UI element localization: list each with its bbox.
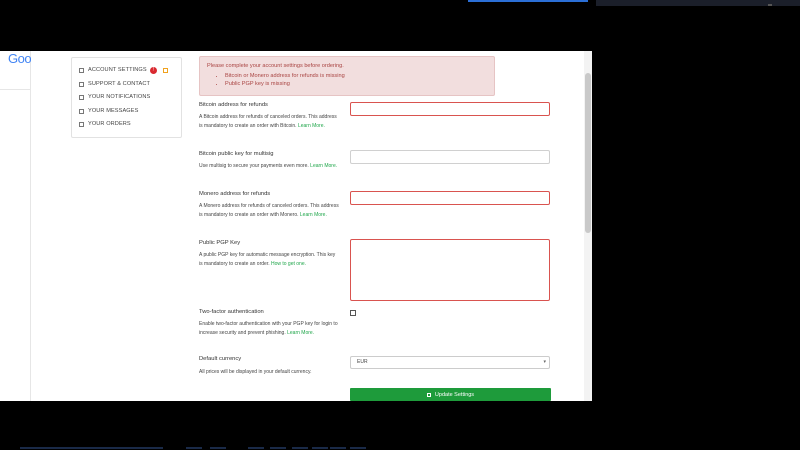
settings-window: ACCOUNT SETTINGS ! SUPPORT & CONTACT YOU… — [31, 51, 592, 401]
how-to-get-one-link[interactable]: How to get one. — [271, 261, 306, 267]
help-text: A public PGP key for automatic message e… — [199, 252, 336, 267]
taskbar-item[interactable] — [20, 447, 163, 449]
pgp-key-help: A public PGP key for automatic message e… — [199, 251, 339, 268]
sidebar-item-label: YOUR NOTIFICATIONS — [88, 94, 151, 100]
alert-badge: ! — [149, 66, 157, 74]
square-icon — [79, 94, 84, 100]
google-logo: Goo — [8, 51, 32, 66]
bitcoin-address-label: Bitcoin address for refunds — [199, 102, 268, 108]
sidebar-item-label: ACCOUNT SETTINGS — [88, 67, 147, 73]
taskbar-item[interactable] — [186, 447, 202, 449]
warning-icon — [162, 67, 168, 73]
monero-address-input[interactable] — [350, 191, 550, 205]
update-settings-button[interactable]: Update Settings — [350, 388, 551, 401]
multisig-key-input[interactable] — [350, 150, 550, 164]
alert-list: Bitcoin or Monero address for refunds is… — [217, 72, 345, 88]
window-scrollbar[interactable] — [584, 51, 592, 401]
sidebar-item-account-settings[interactable]: ACCOUNT SETTINGS ! — [79, 64, 168, 76]
taskbar-item[interactable] — [210, 447, 226, 449]
scrollbar-thumb[interactable] — [585, 73, 591, 233]
square-icon — [79, 108, 84, 114]
alert-item: Public PGP key is missing — [225, 80, 345, 88]
sidebar-item-label: YOUR ORDERS — [88, 121, 131, 127]
two-factor-label: Two-factor authentication — [199, 309, 264, 315]
monero-address-help: A Monero address for refunds of canceled… — [199, 202, 339, 219]
alert-item: Bitcoin or Monero address for refunds is… — [225, 72, 345, 80]
chevron-down-icon: ▾ — [543, 359, 546, 365]
help-text: Use multisig to secure your payments eve… — [199, 163, 309, 169]
taskbar-item[interactable] — [312, 447, 328, 449]
pgp-key-label: Public PGP Key — [199, 240, 241, 246]
background-browser-page: Goo — [0, 51, 32, 401]
learn-more-link[interactable]: Learn More. — [287, 330, 314, 336]
tray-indicator — [768, 4, 772, 6]
currency-selected-value: EUR — [357, 359, 368, 365]
sidebar-item-messages[interactable]: YOUR MESSAGES — [79, 105, 138, 117]
taskbar-item[interactable] — [350, 447, 366, 449]
two-factor-checkbox[interactable] — [350, 310, 356, 316]
taskbar-item[interactable] — [292, 447, 308, 449]
sidebar-item-notifications[interactable]: YOUR NOTIFICATIONS — [79, 91, 150, 103]
sidebar-item-support-contact[interactable]: SUPPORT & CONTACT — [79, 78, 150, 90]
sidebar-item-label: YOUR MESSAGES — [88, 108, 139, 114]
multisig-key-help: Use multisig to secure your payments eve… — [199, 162, 339, 171]
sidebar-item-label: SUPPORT & CONTACT — [88, 81, 150, 87]
update-settings-label: Update Settings — [434, 391, 475, 398]
sidebar-item-orders[interactable]: YOUR ORDERS — [79, 118, 131, 130]
default-currency-help: All prices will be displayed in your def… — [199, 369, 312, 375]
taskbar-item[interactable] — [270, 447, 286, 449]
pgp-key-textarea[interactable] — [350, 239, 550, 301]
bitcoin-address-input[interactable] — [350, 102, 550, 116]
account-sidebar: ACCOUNT SETTINGS ! SUPPORT & CONTACT YOU… — [71, 57, 182, 138]
multisig-key-label: Bitcoin public key for multisig — [199, 151, 274, 157]
taskbar-item[interactable] — [330, 447, 346, 449]
settings-alert: Please complete your account settings be… — [199, 56, 495, 96]
learn-more-link[interactable]: Learn More. — [300, 212, 327, 218]
square-icon — [79, 121, 84, 127]
bitcoin-address-help: A Bitcoin address for refunds of cancele… — [199, 113, 339, 130]
alert-message: Please complete your account settings be… — [207, 63, 344, 69]
square-icon — [79, 67, 84, 73]
monero-address-label: Monero address for refunds — [199, 191, 271, 197]
square-icon — [79, 81, 84, 87]
default-currency-label: Default currency — [199, 356, 242, 362]
background-divider — [0, 89, 30, 90]
two-factor-help: Enable two-factor authentication with yo… — [199, 320, 339, 337]
browser-loading-bar — [468, 0, 588, 2]
background-right-area — [592, 51, 800, 401]
save-icon — [426, 392, 431, 397]
currency-select[interactable]: EUR ▾ — [350, 356, 550, 369]
learn-more-link[interactable]: Learn More. — [298, 123, 325, 129]
learn-more-link[interactable]: Learn More. — [310, 163, 337, 169]
taskbar-item[interactable] — [248, 447, 264, 449]
help-text: Enable two-factor authentication with yo… — [199, 321, 338, 336]
